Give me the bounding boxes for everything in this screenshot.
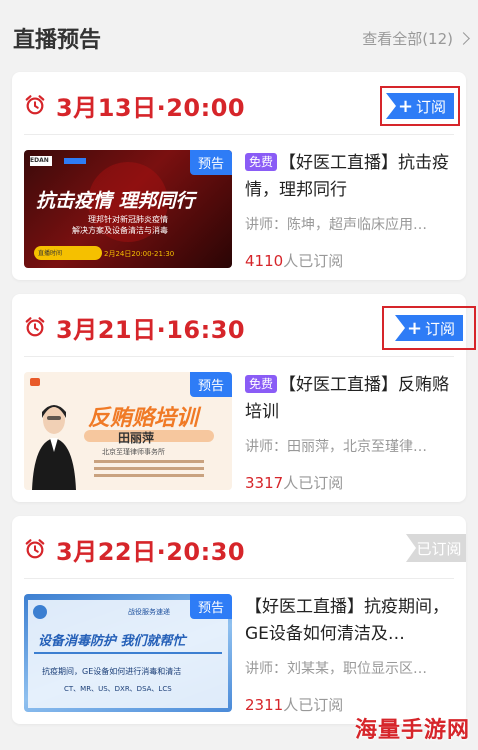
lecturer-text: 讲师：陈坤，超声临床应用… [245,217,427,233]
live-info: 免费 【好医工直播】反贿赂培训 讲师：田丽萍，北京至瑾律… 3317人已订阅 [245,372,459,493]
chevron-right-icon [457,32,470,45]
subscribe-label: 订阅 [425,319,456,338]
subscriber-number: 3317 [245,474,284,492]
live-card[interactable]: 3月21日·16:30 + 订阅 反贿赂培训 田丽萍 北京至瑾律师事务所 预告 免… [12,294,476,502]
thumbnail-time: 2月24日20:00-21:30 [104,250,175,258]
subscribe-button[interactable]: + 订阅 [380,86,460,126]
live-card[interactable]: 3月22日·20:30 已订阅 战役服务速递 设备消毒防护 我们就帮忙 抗疫期间… [12,516,466,724]
thumbnail-line2: CT、MR、US、DXR、DSA、LCS [64,685,172,693]
thumbnail-headline: 抗击疫情 理邦同行 [36,190,195,212]
preview-tag: 预告 [189,150,232,175]
live-title[interactable]: 免费 【好医工直播】反贿赂培训 [245,372,459,426]
date-row: 3月13日·20:00 [24,90,246,122]
live-thumbnail[interactable]: 战役服务速递 设备消毒防护 我们就帮忙 抗疫期间，GE设备如何进行消毒和清洁 C… [24,594,232,712]
live-title[interactable]: 免费 【好医工直播】抗击疫情，理邦同行 [245,150,459,204]
preview-tag: 预告 [189,372,232,397]
subscriber-count: 4110人已订阅 [245,250,459,271]
thumbnail-time-label: 直播时间 [38,250,63,257]
divider [24,356,454,357]
subscriber-count: 3317人已订阅 [245,472,459,493]
live-date: 3月21日·16:30 [56,315,246,344]
thumbnail-name: 田丽萍 [118,431,155,445]
plus-icon: + [397,95,414,117]
lecturer-text: 讲师：刘某某，职位显示区… [245,661,427,677]
free-badge: 免费 [245,375,278,393]
divider [24,578,454,579]
live-info: 【好医工直播】抗疫期间，GE设备如何清洁及… 讲师：刘某某，职位显示区… 231… [245,594,459,715]
thumbnail-headline: 设备消毒防护 我们就帮忙 [38,634,186,649]
thumbnail-top-label: 战役服务速递 [128,608,170,616]
thumbnail-headline: 反贿赂培训 [88,406,199,431]
free-badge: 免费 [245,153,278,171]
alarm-clock-icon [25,95,45,115]
date-row: 3月22日·20:30 [24,534,246,566]
alarm-clock-icon [25,539,45,559]
thumbnail-org: 北京至瑾律师事务所 [102,448,165,456]
view-all-label: 查看全部(12) [362,30,453,48]
lecturer-text: 讲师：田丽萍，北京至瑾律… [245,439,427,455]
subscribed-button[interactable]: 已订阅 [406,534,466,562]
divider [24,134,454,135]
thumbnail-line1: 抗疫期间，GE设备如何进行消毒和清洁 [42,667,182,676]
live-card[interactable]: 3月13日·20:00 + 订阅 EDAN 抗击疫情 理邦同行 理邦针对新冠肺炎疫… [12,72,466,280]
view-all-link[interactable]: 查看全部(12) [362,28,470,49]
section-title: 直播预告 [13,28,102,53]
date-row: 3月21日·16:30 [24,312,246,344]
plus-icon: + [406,317,423,339]
watermark: 海量手游网 [354,718,470,743]
live-thumbnail[interactable]: 反贿赂培训 田丽萍 北京至瑾律师事务所 预告 [24,372,232,490]
live-thumbnail[interactable]: EDAN 抗击疫情 理邦同行 理邦针对新冠肺炎疫情 解决方案及设备清洁与消毒 直… [24,150,232,268]
brand-logo: EDAN [30,157,49,164]
live-date: 3月22日·20:30 [56,537,246,566]
subscribe-button[interactable]: + 订阅 [382,306,476,350]
subscriber-number: 2311 [245,696,284,714]
subscriber-number: 4110 [245,252,284,270]
alarm-clock-icon [25,317,45,337]
preview-tag: 预告 [189,594,232,619]
live-date: 3月13日·20:00 [56,93,246,122]
live-title[interactable]: 【好医工直播】抗疫期间，GE设备如何清洁及… [245,594,459,648]
thumbnail-line2: 解决方案及设备清洁与消毒 [72,226,168,235]
subscriber-suffix: 人已订阅 [283,252,344,270]
subscriber-suffix: 人已订阅 [283,696,344,714]
thumbnail-line1: 理邦针对新冠肺炎疫情 [88,215,168,224]
subscribe-label: 订阅 [416,97,447,116]
section-header: 直播预告 查看全部(12) [0,0,478,70]
live-info: 免费 【好医工直播】抗击疫情，理邦同行 讲师：陈坤，超声临床应用… 4110人已订… [245,150,459,271]
subscriber-suffix: 人已订阅 [283,474,344,492]
